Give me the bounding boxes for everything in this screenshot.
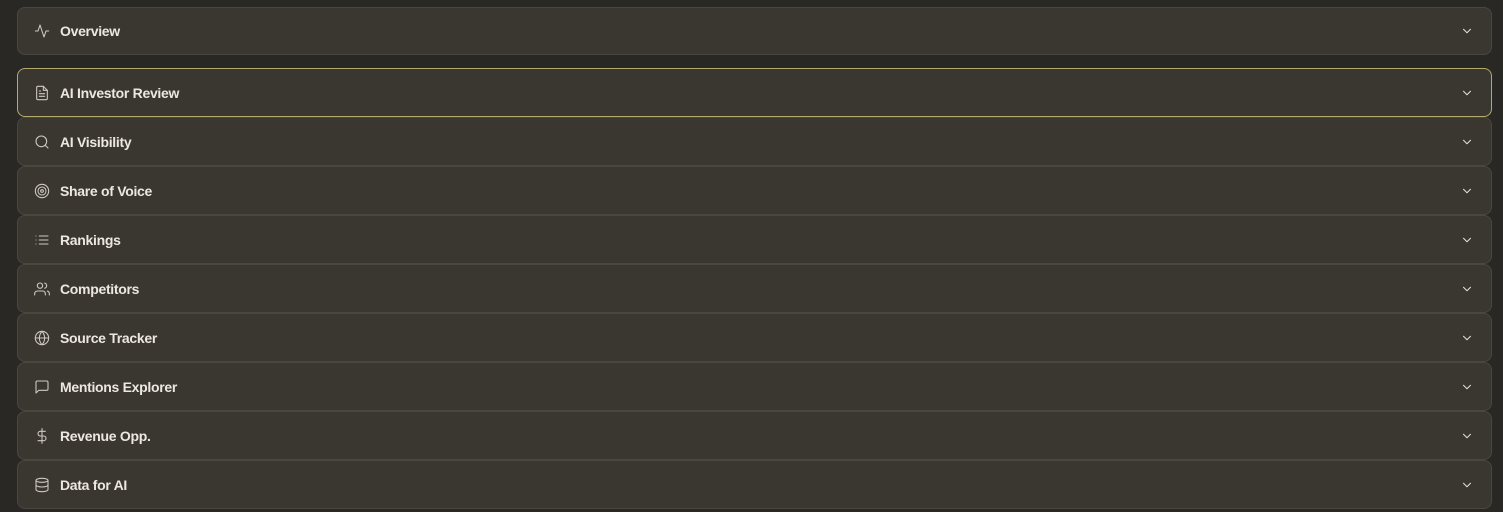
accordion-rankings[interactable]: Rankings (17, 215, 1492, 264)
accordion-page: Overview AI Investor Review AI Visibilit… (0, 0, 1503, 512)
database-icon (34, 477, 50, 493)
chevron-down-icon[interactable] (1460, 135, 1474, 149)
document-icon (34, 85, 50, 101)
target-icon (34, 183, 50, 199)
chevron-down-icon[interactable] (1460, 24, 1474, 38)
users-icon (34, 281, 50, 297)
message-square-icon (34, 379, 50, 395)
search-icon (34, 134, 50, 150)
activity-icon (34, 23, 50, 39)
accordion-data-for-ai[interactable]: Data for AI (17, 460, 1492, 509)
chevron-down-icon[interactable] (1460, 380, 1474, 394)
accordion-label: Source Tracker (60, 329, 157, 346)
list-icon (34, 232, 50, 248)
accordion-share-of-voice[interactable]: Share of Voice (17, 166, 1492, 215)
accordion-label: Revenue Opp. (60, 427, 151, 444)
accordion-label: AI Visibility (60, 133, 132, 150)
chevron-down-icon[interactable] (1460, 233, 1474, 247)
accordion-competitors[interactable]: Competitors (17, 264, 1492, 313)
chevron-down-icon[interactable] (1460, 478, 1474, 492)
dollar-sign-icon (34, 427, 50, 444)
accordion-ai-visibility[interactable]: AI Visibility (17, 117, 1492, 166)
chevron-down-icon[interactable] (1460, 86, 1474, 100)
accordion-label: Overview (60, 23, 120, 39)
globe-icon (34, 330, 50, 346)
accordion-label: Competitors (60, 280, 140, 297)
chevron-down-icon[interactable] (1460, 331, 1474, 345)
accordion-label: Share of Voice (60, 182, 153, 199)
accordion-label: Mentions Explorer (60, 378, 178, 395)
accordion-label: Rankings (60, 231, 121, 248)
chevron-down-icon[interactable] (1460, 429, 1474, 443)
accordion-source-tracker[interactable]: Source Tracker (17, 313, 1492, 362)
chevron-down-icon[interactable] (1460, 184, 1474, 198)
accordion-label: Data for AI (60, 476, 127, 493)
accordion-label: AI Investor Review (60, 84, 180, 101)
accordion-ai-investor-review[interactable]: AI Investor Review (17, 68, 1492, 117)
accordion-overview[interactable]: Overview (17, 7, 1492, 55)
accordion-mentions-explorer[interactable]: Mentions Explorer (17, 362, 1492, 411)
accordion-revenue-opp[interactable]: Revenue Opp. (17, 411, 1492, 460)
chevron-down-icon[interactable] (1460, 282, 1474, 296)
